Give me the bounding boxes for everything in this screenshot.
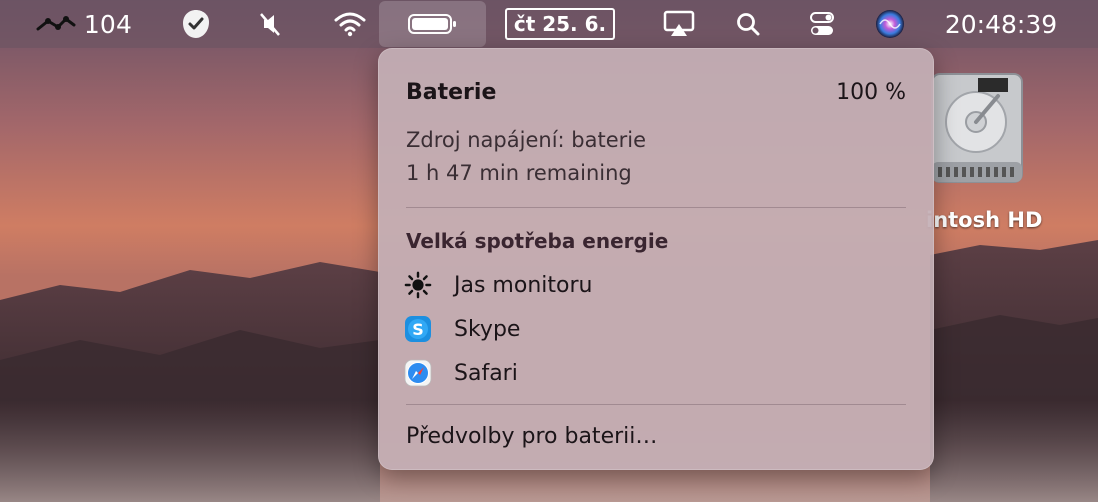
battery-popup: Baterie 100 % Zdroj napájení: baterie 1 … [378, 48, 934, 470]
stocks-menu-extra[interactable]: 104 [30, 0, 138, 48]
separator [406, 404, 906, 405]
energy-app-label: Jas monitoru [454, 272, 593, 298]
control-center-menu-extra[interactable] [804, 0, 840, 48]
hard-drive-label[interactable]: intosh HD [926, 208, 1042, 232]
battery-preferences-item[interactable]: Předvolby pro baterii… [406, 424, 657, 449]
menu-bar: 104 čt 25. 6. 20:48:39 [0, 0, 1098, 48]
significant-energy-heading: Velká spotřeba energie [406, 229, 669, 253]
siri-icon [876, 10, 904, 38]
energy-app-label: Safari [454, 360, 518, 386]
clock-menu-extra[interactable]: 20:48:39 [942, 0, 1060, 48]
svg-text:S: S [412, 320, 424, 339]
battery-menu-extra[interactable] [379, 1, 486, 47]
airplay-icon [663, 10, 695, 36]
energy-app-safari[interactable]: Safari [404, 355, 518, 391]
stock-chart-icon [36, 16, 76, 31]
battery-icon [407, 14, 456, 34]
mic-muted-icon [260, 13, 280, 36]
power-source-text: Zdroj napájení: baterie [406, 128, 647, 152]
stocks-value: 104 [83, 9, 133, 39]
mute-menu-extra[interactable] [252, 0, 288, 48]
airplay-menu-extra[interactable] [660, 0, 698, 48]
separator [406, 207, 906, 208]
time-remaining-text: 1 h 47 min remaining [406, 161, 632, 185]
spotlight-menu-extra[interactable] [732, 0, 764, 48]
control-center-icon [810, 12, 834, 35]
date-label: čt 25. 6. [504, 8, 616, 40]
energy-app-brightness[interactable]: Jas monitoru [404, 267, 592, 303]
clock-time: 20:48:39 [944, 9, 1058, 39]
search-icon [737, 13, 760, 36]
battery-title: Baterie [406, 80, 497, 105]
date-menu-extra[interactable]: čt 25. 6. [503, 0, 617, 48]
wifi-icon [334, 12, 366, 37]
safari-icon [404, 359, 432, 387]
skype-icon: S [404, 315, 432, 343]
hard-drive-icon[interactable] [928, 66, 1024, 184]
checkmark-badge-icon [183, 10, 209, 38]
brightness-icon [404, 271, 432, 299]
energy-app-skype[interactable]: S Skype [404, 311, 520, 347]
battery-percent: 100 % [836, 80, 906, 105]
task-checkmark-menu-extra[interactable] [176, 0, 216, 48]
wifi-menu-extra[interactable] [330, 0, 370, 48]
energy-app-label: Skype [454, 316, 521, 342]
siri-menu-extra[interactable] [872, 0, 908, 48]
